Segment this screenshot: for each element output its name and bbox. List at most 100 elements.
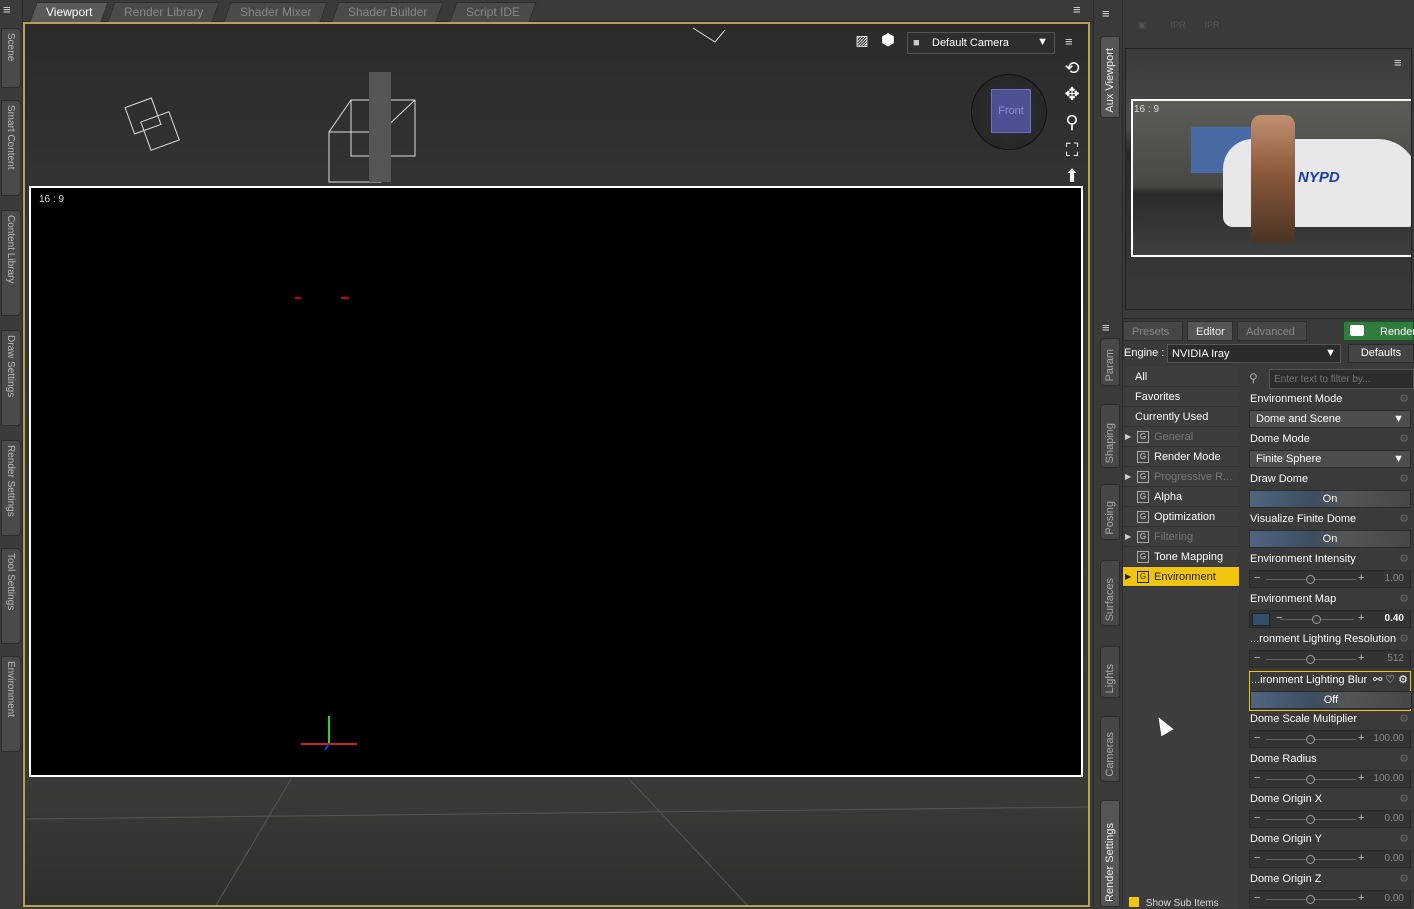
slider-knob[interactable] bbox=[1306, 895, 1315, 904]
orbit-icon[interactable]: ⟲ bbox=[1061, 58, 1083, 79]
engine-dropdown[interactable]: NVIDIA Iray ▼ bbox=[1167, 344, 1341, 363]
property-slider[interactable]: − +100.00 bbox=[1249, 770, 1411, 788]
property-dropdown[interactable]: Dome and Scene ▼ bbox=[1249, 410, 1411, 428]
minus-icon[interactable]: − bbox=[1254, 852, 1260, 864]
right-tab-surfaces[interactable]: Surfaces bbox=[1100, 560, 1120, 626]
property-value[interactable]: 512 bbox=[1387, 653, 1404, 664]
group-item[interactable]: ▶ G Progressive R... bbox=[1123, 467, 1239, 487]
plus-icon[interactable]: + bbox=[1358, 852, 1364, 864]
left-tab-draw-settings[interactable]: Draw Settings bbox=[1, 330, 21, 426]
minus-icon[interactable]: − bbox=[1254, 772, 1260, 784]
slider-knob[interactable] bbox=[1312, 615, 1321, 624]
gear-icon[interactable]: ⚙ bbox=[1399, 512, 1409, 525]
slider-knob[interactable] bbox=[1306, 575, 1315, 584]
view-cube[interactable]: Front bbox=[971, 74, 1047, 150]
slider-knob[interactable] bbox=[1306, 815, 1315, 824]
minus-icon[interactable]: − bbox=[1254, 892, 1260, 904]
draw-style-icon[interactable]: ▨ bbox=[851, 32, 873, 49]
tab-menu-icon[interactable]: ≡ bbox=[1073, 2, 1081, 17]
tab-editor[interactable]: Editor bbox=[1187, 321, 1233, 341]
minus-icon[interactable]: − bbox=[1254, 732, 1260, 744]
right-tab-aux-viewport[interactable]: Aux Viewport bbox=[1100, 36, 1120, 118]
group-item[interactable]: ▶ G General bbox=[1123, 427, 1239, 447]
aux-save-icon[interactable]: ▣ bbox=[1129, 12, 1155, 38]
property-toggle[interactable]: On bbox=[1249, 530, 1411, 548]
aux-view-menu-icon[interactable]: ≡ bbox=[1394, 55, 1402, 70]
plus-icon[interactable]: + bbox=[1358, 892, 1364, 904]
tab-render-library[interactable]: Render Library bbox=[107, 2, 221, 22]
right-tab-param[interactable]: Param bbox=[1100, 338, 1120, 386]
property-value[interactable]: 0.00 bbox=[1385, 893, 1404, 904]
group-item[interactable]: G Optimization bbox=[1123, 507, 1239, 527]
group-item[interactable]: G Alpha bbox=[1123, 487, 1239, 507]
property-slider[interactable]: − +100.00 bbox=[1249, 730, 1411, 748]
tab-script-ide[interactable]: Script IDE bbox=[449, 2, 537, 22]
group-item[interactable]: ▶ G Filtering bbox=[1123, 527, 1239, 547]
slider-knob[interactable] bbox=[1306, 855, 1315, 864]
plus-icon[interactable]: + bbox=[1358, 652, 1364, 664]
group-item[interactable]: Favorites bbox=[1123, 387, 1239, 407]
left-tab-render-settings[interactable]: Render Settings bbox=[1, 440, 21, 536]
show-sub-items-checkbox[interactable]: Show Sub Items bbox=[1129, 897, 1219, 909]
filter-input[interactable] bbox=[1269, 369, 1414, 389]
rs-menu-icon[interactable]: ≡ bbox=[1102, 320, 1110, 335]
gear-icon[interactable]: ⚙ bbox=[1399, 712, 1409, 725]
property-slider[interactable]: − +0.00 bbox=[1249, 810, 1411, 828]
defaults-button[interactable]: Defaults bbox=[1348, 344, 1414, 363]
expand-arrow-icon[interactable]: ▶ bbox=[1125, 427, 1131, 447]
property-dropdown[interactable]: Finite Sphere ▼ bbox=[1249, 450, 1411, 468]
render-button[interactable]: Render bbox=[1343, 321, 1414, 341]
expand-arrow-icon[interactable]: ▶ bbox=[1125, 467, 1131, 487]
minus-icon[interactable]: − bbox=[1254, 812, 1260, 824]
left-tab-environment[interactable]: Environment bbox=[1, 656, 21, 752]
left-tab-scene[interactable]: Scene bbox=[1, 28, 21, 88]
tab-shader-mixer[interactable]: Shader Mixer bbox=[223, 2, 329, 22]
plus-icon[interactable]: + bbox=[1358, 572, 1364, 584]
gear-icon[interactable]: ⚙ bbox=[1399, 392, 1409, 405]
right-tab-shaping[interactable]: Shaping bbox=[1100, 404, 1120, 468]
plus-icon[interactable]: + bbox=[1358, 772, 1364, 784]
plus-icon[interactable]: + bbox=[1358, 812, 1364, 824]
left-tab-tool-settings[interactable]: Tool Settings bbox=[1, 548, 21, 644]
property-value[interactable]: 0.40 bbox=[1385, 613, 1404, 624]
minus-icon[interactable]: − bbox=[1254, 652, 1260, 664]
tab-presets[interactable]: Presets bbox=[1123, 321, 1183, 341]
plus-icon[interactable]: + bbox=[1358, 612, 1364, 624]
viewport-menu-icon[interactable]: ≡ bbox=[1065, 34, 1073, 49]
view-cube-face[interactable]: Front bbox=[991, 89, 1031, 133]
property-slider[interactable]: − +0.40 bbox=[1249, 610, 1411, 628]
gear-icon[interactable]: ⚙ bbox=[1399, 472, 1409, 485]
property-slider[interactable]: − +0.00 bbox=[1249, 890, 1411, 908]
gear-icon[interactable]: ⚙ bbox=[1399, 432, 1409, 445]
gear-icon[interactable]: ⚙ bbox=[1399, 872, 1409, 885]
gear-icon[interactable]: ⚙ bbox=[1399, 752, 1409, 765]
slider-knob[interactable] bbox=[1306, 735, 1315, 744]
gear-icon[interactable]: ⚙ bbox=[1399, 632, 1409, 645]
aux-ipr-button-2[interactable]: IPR bbox=[1199, 12, 1225, 38]
property-slider[interactable]: − +1.00 bbox=[1249, 570, 1411, 588]
group-item[interactable]: G Tone Mapping bbox=[1123, 547, 1239, 567]
minus-icon[interactable]: − bbox=[1254, 572, 1260, 584]
tab-viewport[interactable]: Viewport bbox=[29, 2, 110, 22]
property-slider[interactable]: − +0.00 bbox=[1249, 850, 1411, 868]
right-tab-lights[interactable]: Lights bbox=[1100, 646, 1120, 698]
gear-icon[interactable]: ⚙ bbox=[1399, 792, 1409, 805]
shading-icon[interactable]: ⬢ bbox=[877, 30, 899, 50]
tab-shader-builder[interactable]: Shader Builder bbox=[331, 2, 445, 22]
expand-arrow-icon[interactable]: ▶ bbox=[1125, 567, 1131, 587]
group-item[interactable]: All bbox=[1123, 367, 1239, 387]
zoom-icon[interactable]: ⚲ bbox=[1061, 112, 1083, 133]
home-icon[interactable]: ⬆ bbox=[1061, 166, 1083, 187]
property-value[interactable]: 0.00 bbox=[1385, 813, 1404, 824]
viewport[interactable]: ▨ ⬢ ■ Default Camera ▼ ≡ Front ⟲ ✥ ⚲ ⛶ ⬆… bbox=[23, 22, 1090, 907]
property-options-icon[interactable]: ⚯ ♡ ⚙ bbox=[1373, 673, 1408, 686]
pan-icon[interactable]: ✥ bbox=[1061, 84, 1083, 105]
property-value[interactable]: 100.00 bbox=[1373, 733, 1404, 744]
slider-knob[interactable] bbox=[1306, 655, 1315, 664]
tab-advanced[interactable]: Advanced bbox=[1237, 321, 1307, 341]
camera-dropdown[interactable]: ■ Default Camera ▼ bbox=[907, 32, 1055, 54]
expand-arrow-icon[interactable]: ▶ bbox=[1125, 527, 1131, 547]
minus-icon[interactable]: − bbox=[1276, 612, 1282, 624]
property-value[interactable]: 0.00 bbox=[1385, 853, 1404, 864]
right-tab-posing[interactable]: Posing bbox=[1100, 484, 1120, 540]
